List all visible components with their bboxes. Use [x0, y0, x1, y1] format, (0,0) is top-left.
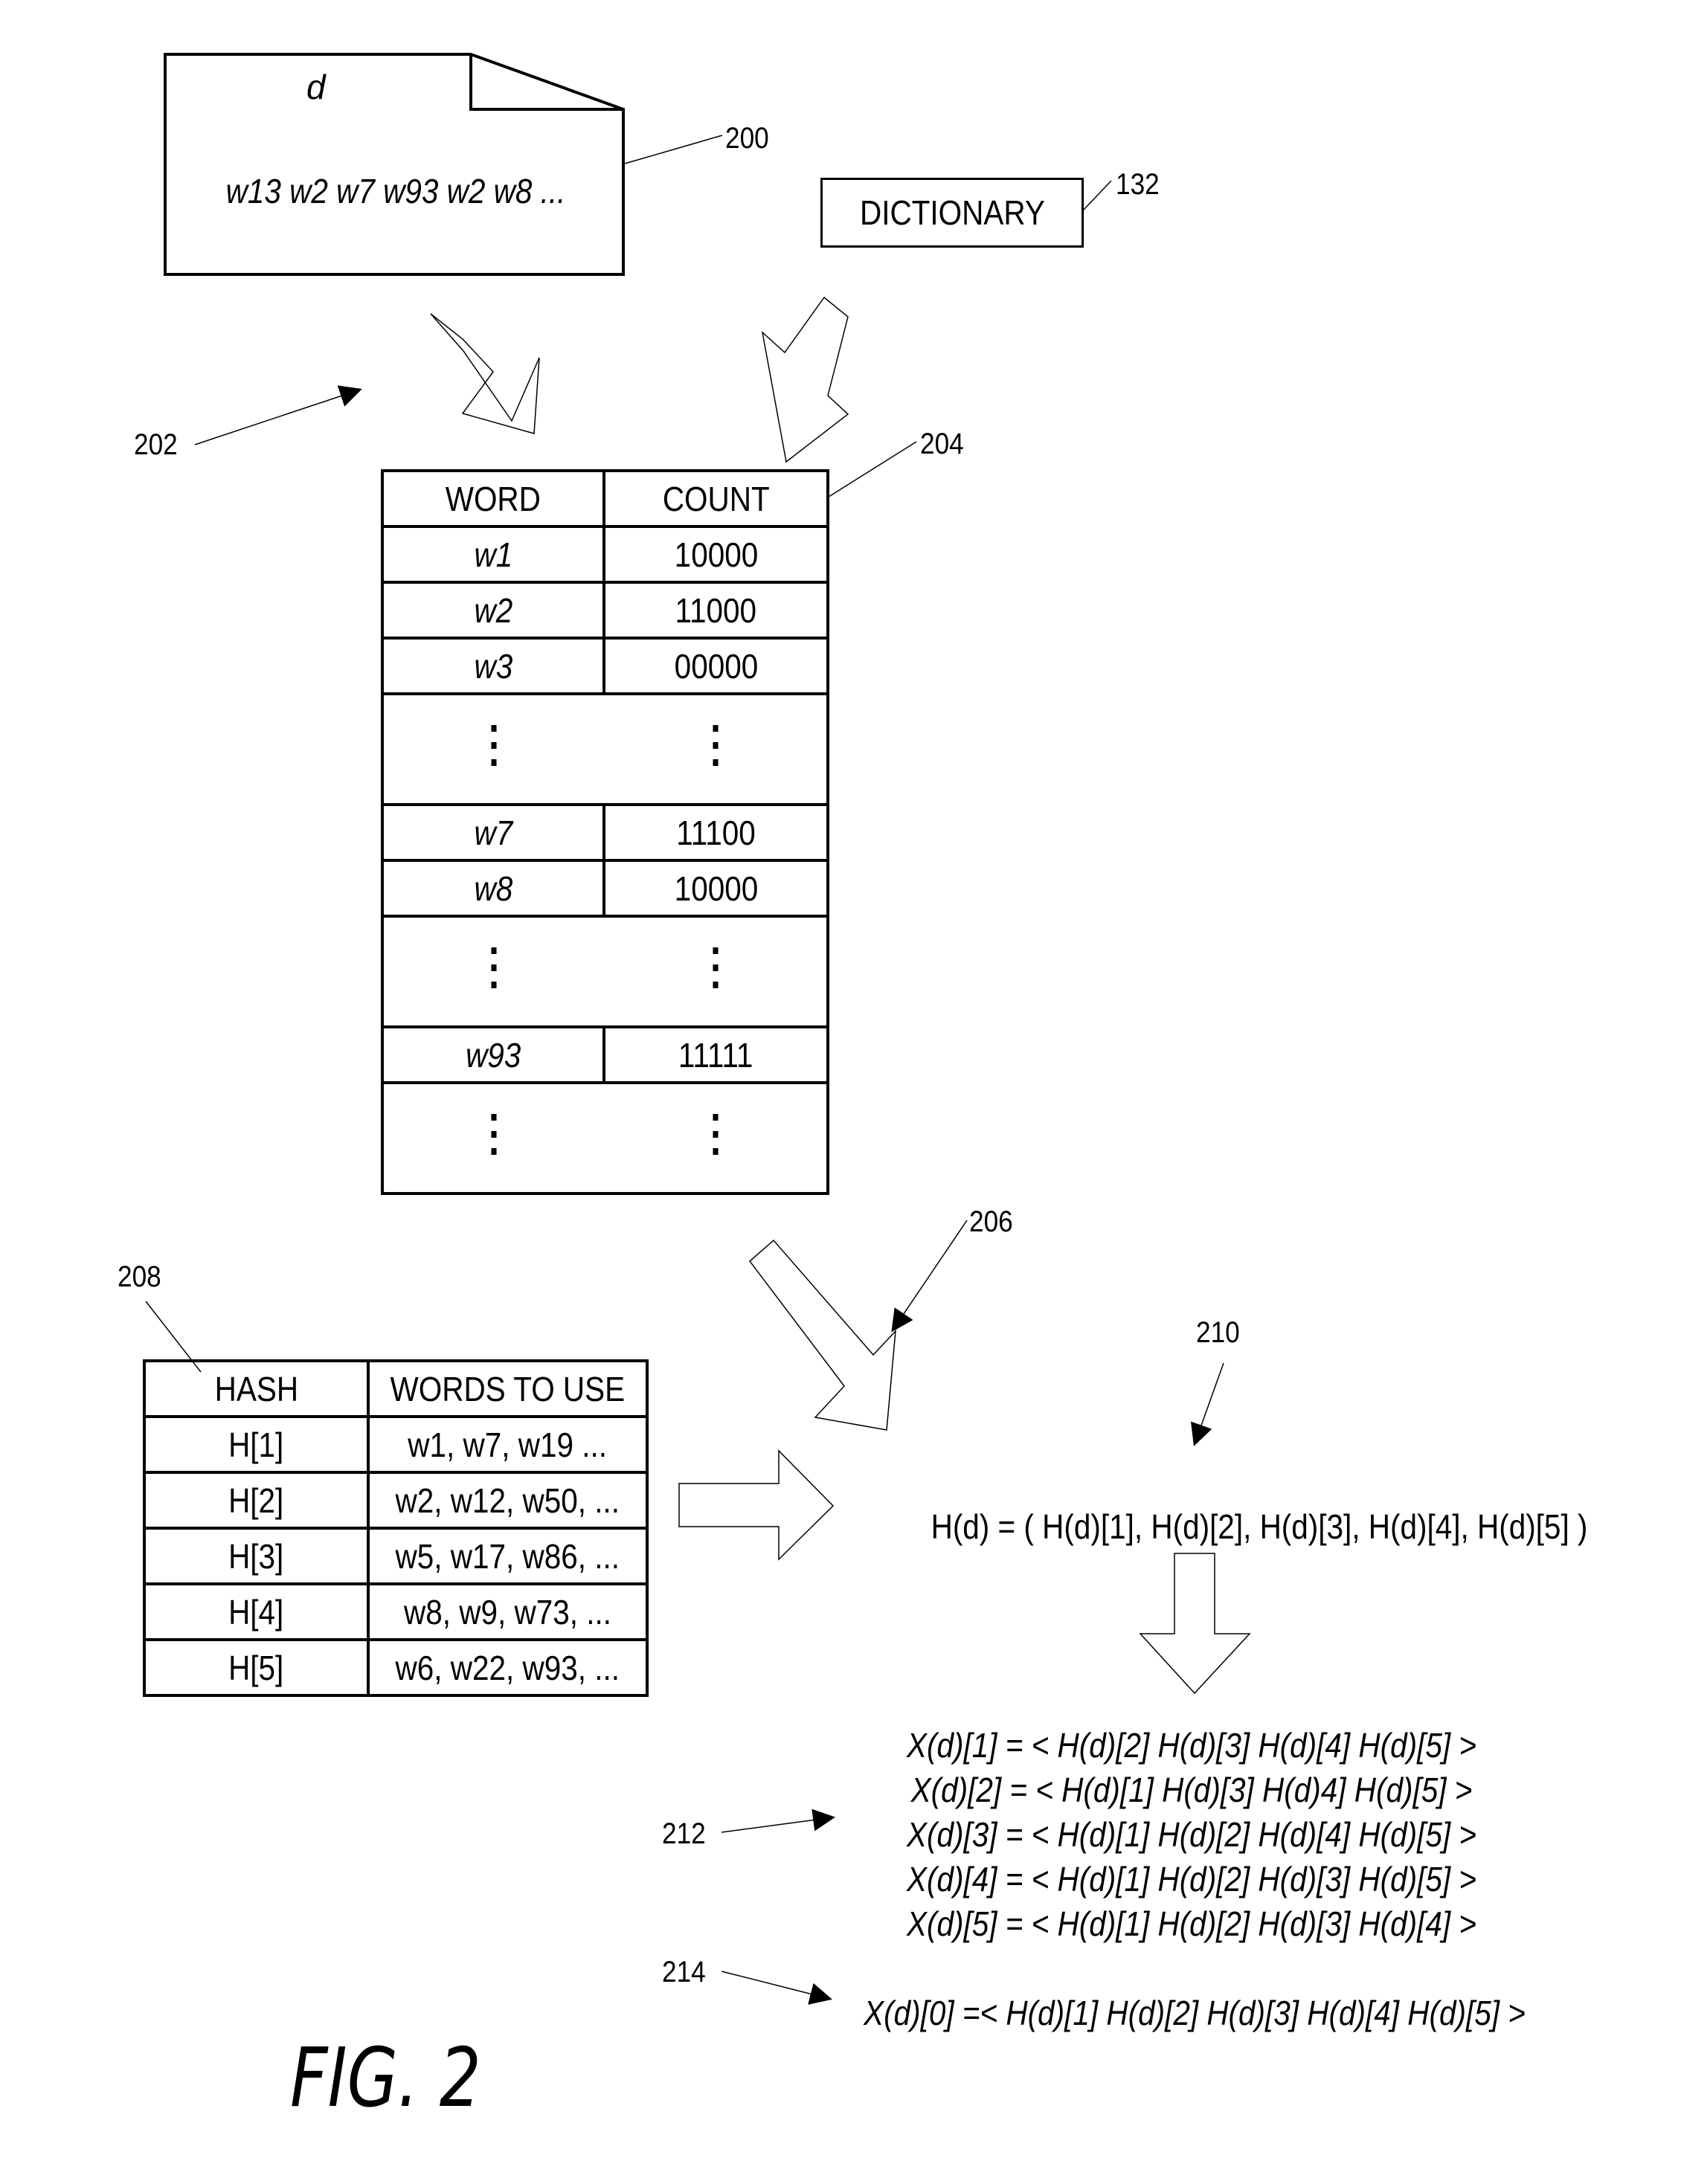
- pointer-212: [721, 1808, 835, 1833]
- pointer-214: [721, 1971, 832, 2005]
- dictionary-box: DICTIONARY: [820, 178, 1084, 248]
- vertical-ellipsis-icon: [491, 1104, 497, 1165]
- ref-label-214: 214: [662, 1956, 706, 1988]
- figure-caption: FIG. 2: [290, 2030, 481, 2125]
- vertical-ellipsis-icon: [712, 937, 719, 999]
- table-row: w93 11111: [381, 1025, 829, 1084]
- word-cell: w3: [381, 637, 605, 695]
- ellipsis-cell: [604, 1081, 829, 1195]
- hash-table: HASH WORDS TO USE H[1] w1, w7, w19 ... H…: [143, 1359, 649, 1697]
- dictionary-label: DICTIONARY: [859, 193, 1045, 232]
- word-cell: w2: [381, 581, 605, 640]
- document-title: d: [306, 68, 326, 106]
- word-cell: w93: [381, 1025, 605, 1084]
- hash-cell: H[5]: [143, 1638, 370, 1697]
- table-row: w7 11100: [381, 803, 829, 862]
- count-cell: 10000: [602, 859, 829, 918]
- table-row: w1 10000: [381, 525, 829, 584]
- ref-label-204: 204: [920, 428, 964, 460]
- table-row: H[3] w5, w17, w86, ...: [143, 1527, 649, 1585]
- sub-vector-line: X(d)[3] = < H(d)[1] H(d)[2] H(d)[4] H(d)…: [907, 1815, 1476, 1854]
- table-row: H[4] w8, w9, w73, ...: [143, 1582, 649, 1641]
- table-row: H[5] w6, w22, w93, ...: [143, 1638, 649, 1697]
- ellipsis-cell: [604, 692, 829, 806]
- table-row: H[2] w2, w12, w50, ...: [143, 1471, 649, 1530]
- count-cell: 11100: [602, 803, 829, 862]
- ref-label-208: 208: [118, 1260, 161, 1293]
- ref-label-206: 206: [969, 1205, 1013, 1238]
- table-header-row: HASH WORDS TO USE: [143, 1359, 649, 1418]
- words-cell: w2, w12, w50, ...: [367, 1471, 649, 1530]
- hash-vector-formula: H(d) = ( H(d)[1], H(d)[2], H(d)[3], H(d)…: [931, 1507, 1588, 1546]
- column-header-hash: HASH: [143, 1359, 370, 1418]
- ellipsis-cell: [381, 692, 604, 806]
- word-cell: w1: [381, 525, 605, 584]
- vertical-ellipsis-icon: [491, 937, 497, 999]
- count-cell: 11111: [602, 1025, 829, 1084]
- ellipsis-row: [381, 1081, 829, 1195]
- ref-label-210: 210: [1196, 1316, 1240, 1349]
- count-cell: 00000: [602, 637, 829, 695]
- hash-cell: H[4]: [143, 1582, 370, 1641]
- block-arrow-table-to-hash: [748, 1239, 896, 1431]
- count-cell: 11000: [602, 581, 829, 640]
- block-arrow-dictionary-to-table: [761, 296, 849, 463]
- pointer-202: [194, 385, 362, 445]
- column-header-count: COUNT: [602, 469, 829, 528]
- table-row: w3 00000: [381, 637, 829, 695]
- pointer-210: [1190, 1362, 1224, 1446]
- ellipsis-cell: [604, 915, 829, 1028]
- table-row: w8 10000: [381, 859, 829, 918]
- vertical-ellipsis-icon: [491, 715, 497, 776]
- hash-cell: H[3]: [143, 1527, 370, 1585]
- document-shape: [164, 53, 625, 276]
- hash-cell: H[1]: [143, 1415, 370, 1474]
- sub-vector-line: X(d)[4] = < H(d)[1] H(d)[2] H(d)[3] H(d)…: [907, 1860, 1476, 1898]
- pointer-206: [891, 1220, 968, 1333]
- ref-label-132: 132: [1116, 168, 1160, 201]
- block-arrow-document-to-table: [430, 313, 540, 434]
- table-row: H[1] w1, w7, w19 ...: [143, 1415, 649, 1474]
- vertical-ellipsis-icon: [712, 1104, 719, 1165]
- block-arrow-hashtable-to-vector: [678, 1449, 835, 1561]
- leader-line-132: [1082, 180, 1112, 211]
- column-header-word: WORD: [381, 469, 605, 528]
- sub-vector-line: X(d)[5] = < H(d)[1] H(d)[2] H(d)[3] H(d)…: [907, 1904, 1476, 1943]
- leader-line-204: [826, 441, 917, 499]
- ref-label-202: 202: [134, 428, 178, 461]
- column-header-words-to-use: WORDS TO USE: [367, 1359, 649, 1418]
- sub-vector-line: X(d)[2] = < H(d)[1] H(d)[3] H(d)4] H(d)[…: [910, 1771, 1473, 1809]
- word-cell: w8: [381, 859, 605, 918]
- ellipsis-cell: [381, 1081, 604, 1195]
- ellipsis-row: [381, 692, 829, 806]
- ref-label-212: 212: [662, 1817, 706, 1850]
- hash-cell: H[2]: [143, 1471, 370, 1530]
- diagram-line-art: [145, 53, 1251, 2005]
- ref-label-200: 200: [725, 122, 769, 155]
- words-cell: w5, w17, w86, ...: [367, 1527, 649, 1585]
- words-cell: w1, w7, w19 ...: [367, 1415, 649, 1474]
- word-count-table: WORD COUNT w1 10000 w2 11000 w3 00000 w7…: [381, 469, 829, 1195]
- words-cell: w6, w22, w93, ...: [367, 1638, 649, 1697]
- leader-line-200: [624, 135, 723, 164]
- words-cell: w8, w9, w73, ...: [367, 1582, 649, 1641]
- table-header-row: WORD COUNT: [381, 469, 829, 528]
- sub-vector-line: X(d)[1] = < H(d)[2] H(d)[3] H(d)[4] H(d)…: [907, 1726, 1476, 1765]
- word-cell: w7: [381, 803, 605, 862]
- vertical-ellipsis-icon: [712, 715, 719, 776]
- block-arrow-vector-to-subvectors: [1139, 1553, 1251, 1695]
- count-cell: 10000: [602, 525, 829, 584]
- ellipsis-cell: [381, 915, 604, 1028]
- document-content: w13 w2 w7 w93 w2 w8 ...: [225, 172, 566, 210]
- full-vector-formula: X(d)[0] =< H(d)[1] H(d)[2] H(d)[3] H(d)[…: [864, 1994, 1526, 2032]
- ellipsis-row: [381, 915, 829, 1028]
- table-row: w2 11000: [381, 581, 829, 640]
